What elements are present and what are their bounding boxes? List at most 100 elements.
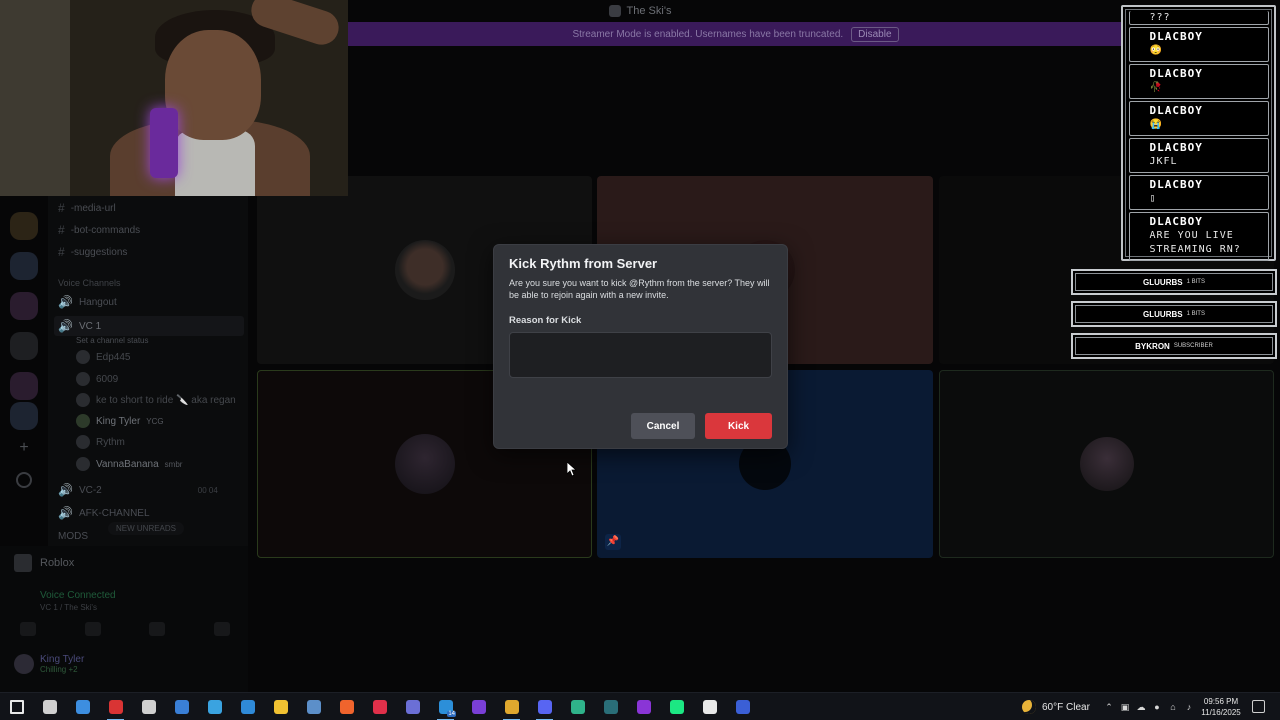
vivaldi-icon[interactable] [627,693,660,720]
reason-input[interactable] [509,332,772,378]
network-icon[interactable]: ▣ [1120,702,1130,712]
voice-channels-category[interactable]: Voice Channels [58,278,121,288]
server-list: + [0,196,48,536]
channel-vc2[interactable]: 🔊 VC-2 00 04 [58,482,218,498]
windows-start-icon[interactable] [0,693,33,720]
voice-member[interactable]: King Tyler YCG [76,412,164,430]
chat-username: DLACBOY [1149,67,1203,80]
discord-icon[interactable] [528,693,561,720]
channel-bot-commands[interactable]: # -bot-commands [58,222,140,238]
chevron-up-icon[interactable]: ⌃ [1104,702,1114,712]
voice-connected-status[interactable]: Voice Connected VC 1 / The Ski's [40,590,116,614]
channel-status[interactable]: Set a channel status [76,332,149,348]
alert-bits: GLUURBS 1 BITS [1071,301,1277,327]
server-icon[interactable] [10,212,38,240]
moon-icon [1022,700,1036,714]
video-tile[interactable] [939,370,1274,558]
windows-start-icon-glyph [9,700,24,714]
activity-row[interactable]: Roblox [14,554,74,572]
voice-member[interactable]: ke to short to ride 🔪 aka regan [76,391,236,409]
weather-text: 60°F Clear [1042,701,1090,713]
server-icon[interactable] [10,402,38,430]
chat-username: DLACBOY [1149,30,1203,43]
add-server-icon[interactable]: + [16,440,32,456]
channel-media-url[interactable]: # -media-url [58,200,116,216]
screen-share-icon[interactable] [84,622,101,636]
chat-message: DLACBOY 🥀 [1128,64,1269,99]
weather-widget[interactable]: 60°F Clear [1022,693,1090,720]
explore-servers-icon[interactable] [16,472,32,488]
roblox-studio-icon-glyph [108,700,123,714]
hulu-icon[interactable] [660,693,693,720]
server-icon[interactable] [10,252,38,280]
app-orange-icon-glyph [339,700,354,714]
voice-member[interactable]: 6009 [76,370,118,388]
settings-icon[interactable] [132,693,165,720]
voice-member[interactable]: VannaBanana smbr [76,455,182,473]
widgets-icon[interactable] [66,693,99,720]
voice-location: VC 1 / The Ski's [40,603,97,612]
volume-icon[interactable]: ♪ [1184,702,1194,712]
microphone-icon [150,108,178,178]
app-blue-icon[interactable] [231,693,264,720]
app-violet-icon[interactable] [462,693,495,720]
channel-suggestions[interactable]: # -suggestions [58,244,127,260]
cancel-button[interactable]: Cancel [631,413,695,439]
microphone-icon[interactable]: ● [1152,702,1162,712]
kick-dialog: Kick Rythm from Server Are you sure you … [493,244,788,449]
server-icon[interactable] [10,332,38,360]
onedrive-icon[interactable]: ☁ [1136,702,1146,712]
app-orange-icon[interactable] [330,693,363,720]
task-view-icon-glyph [42,700,57,714]
app-purple-icon[interactable] [396,693,429,720]
channel-afk[interactable]: 🔊 AFK-CHANNEL [58,505,150,521]
clock[interactable]: 09:56 PM 11/16/2025 [1196,696,1246,718]
channel-mods[interactable]: MODS [58,528,88,544]
soundboard-icon[interactable] [213,622,230,636]
chat-message: DLACBOY 😳 [1128,27,1269,62]
store-icon-glyph [174,700,189,714]
wifi-icon[interactable]: ⌂ [1168,702,1178,712]
voice-member[interactable]: Edp445 [76,348,130,366]
avatar [14,654,34,674]
app-red-icon[interactable] [363,693,396,720]
app-blue2-icon[interactable] [726,693,759,720]
app-teal-icon[interactable] [561,693,594,720]
task-view-icon[interactable] [33,693,66,720]
steam-icon-glyph [306,700,321,714]
chrome-icon[interactable] [495,693,528,720]
app-dark-icon[interactable] [594,693,627,720]
channel-sidebar: # -media-url # -bot-commands # -suggestions… [48,196,248,546]
mail-icon[interactable]: 14 [429,693,462,720]
capcut-icon-glyph [702,700,717,714]
pin-icon[interactable]: 📌 [605,534,621,550]
app-purple-icon-glyph [405,700,420,714]
alert-bits: GLUURBS 1 BITS [1071,269,1277,295]
current-user[interactable]: King Tyler Chilling +2 [14,654,84,674]
new-unreads-pill[interactable]: NEW UNREADS [108,522,185,535]
file-explorer-icon[interactable] [264,693,297,720]
speaker-icon: 🔊 [58,319,73,333]
copilot-icon[interactable] [198,693,231,720]
server-icon [608,5,621,17]
voice-member[interactable]: Rythm [76,433,125,451]
file-explorer-icon-glyph [273,700,288,714]
channel-hangout[interactable]: 🔊 Hangout [58,294,117,310]
chat-username: DLACBOY [1149,178,1203,191]
hash-icon: # [58,201,65,215]
activities-icon[interactable] [149,622,166,636]
widgets-icon-glyph [75,700,90,714]
chat-message: DLACBOY ▯ [1128,175,1269,210]
server-icon[interactable] [10,292,38,320]
hash-icon: # [58,223,65,237]
camera-icon[interactable] [20,622,36,636]
store-icon[interactable] [165,693,198,720]
disable-streamer-mode-button[interactable]: Disable [851,26,899,42]
kick-button[interactable]: Kick [705,413,772,439]
dialog-description: Are you sure you want to kick @Rythm fro… [509,278,770,300]
notification-icon[interactable] [1252,700,1265,713]
steam-icon[interactable] [297,693,330,720]
capcut-icon[interactable] [693,693,726,720]
server-icon[interactable] [10,372,38,400]
roblox-studio-icon[interactable] [99,693,132,720]
